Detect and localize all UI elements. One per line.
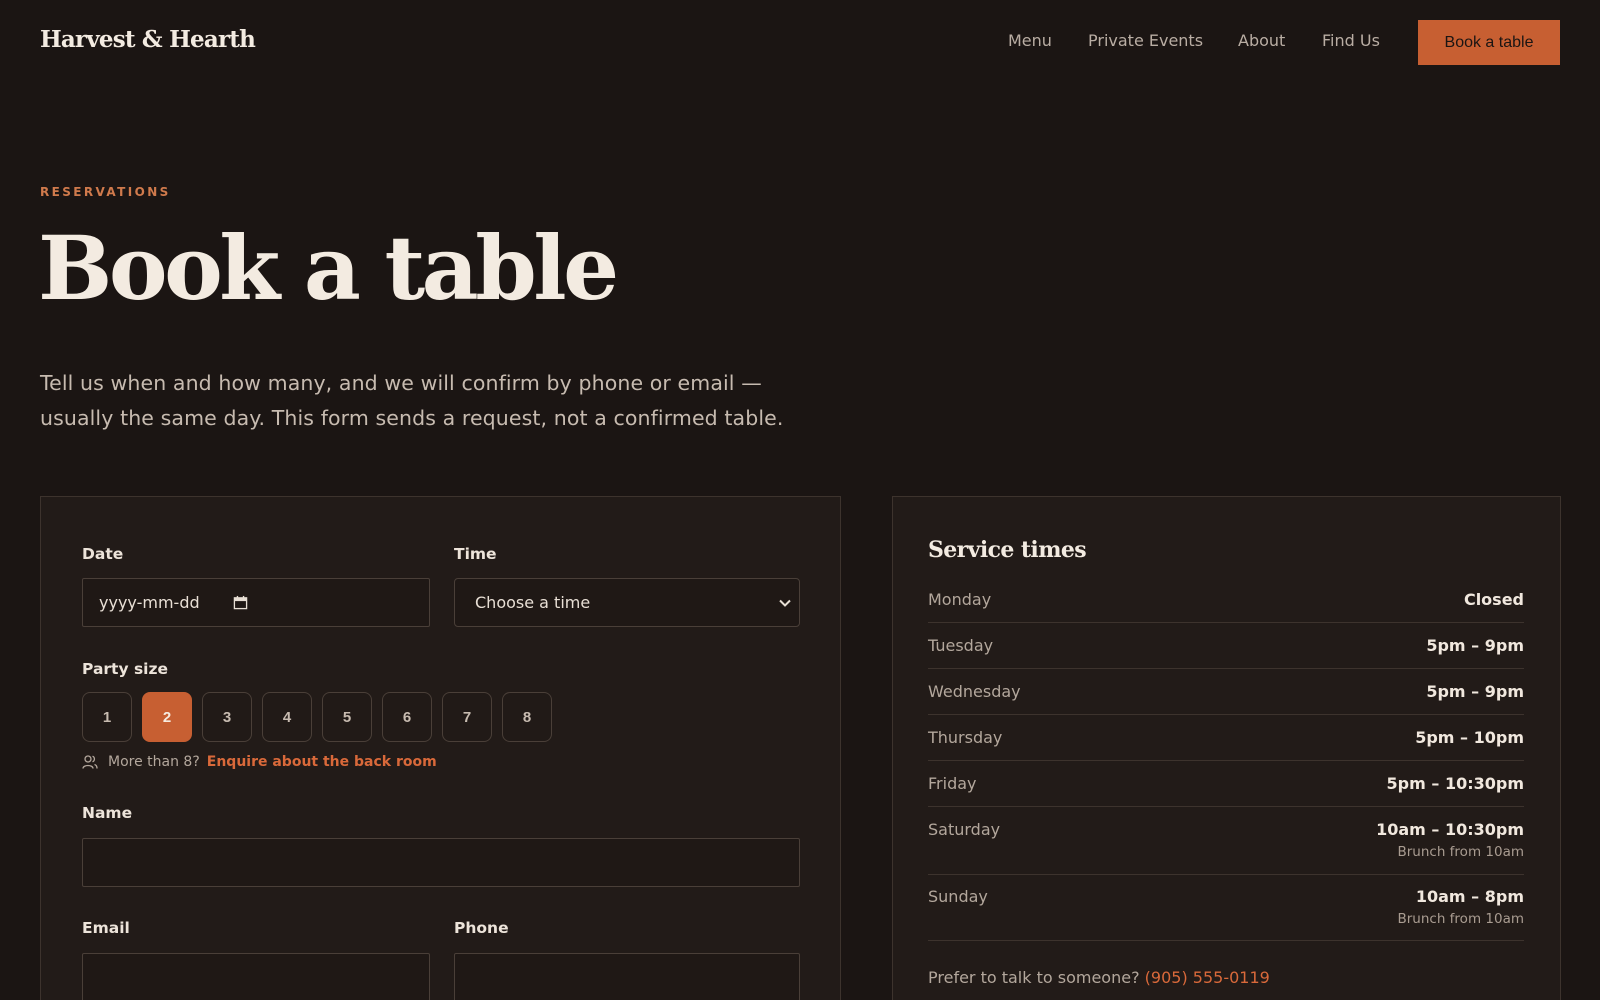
hours-note: Brunch from 10am	[1397, 911, 1524, 927]
logo[interactable]: Harvest & Hearth	[40, 26, 256, 53]
reservation-form-card	[40, 496, 841, 1000]
party-size-option-2[interactable]: 2	[142, 692, 192, 742]
intro-line: Tell us when and how many, and we will c…	[40, 371, 762, 395]
party-size-option-7[interactable]: 7	[442, 692, 492, 742]
hours-row-monday: Monday Closed	[928, 590, 1524, 623]
time-select-value: Choose a time	[475, 593, 591, 612]
phone-label: Phone	[454, 919, 509, 937]
eyebrow-label: RESERVATIONS	[40, 185, 171, 199]
time-label: Time	[454, 545, 497, 563]
hours-time: 5pm – 9pm	[1426, 636, 1524, 655]
book-table-button[interactable]: Book a table	[1418, 20, 1560, 65]
site-header: Harvest & Hearth Menu Private Events Abo…	[0, 0, 1600, 86]
phone-contact-text: Prefer to talk to someone?	[928, 968, 1140, 987]
hours-row-saturday: Saturday 10am – 10:30pm Brunch from 10am	[928, 820, 1524, 875]
hours-day: Friday	[928, 774, 977, 793]
hours-day: Saturday	[928, 820, 1001, 839]
hours-row-tuesday: Tuesday 5pm – 9pm	[928, 636, 1524, 669]
phone-link[interactable]: (905) 555-0119	[1145, 968, 1270, 987]
party-size-option-8[interactable]: 8	[502, 692, 552, 742]
hours-row-friday: Friday 5pm – 10:30pm	[928, 774, 1524, 807]
chevron-down-icon	[779, 599, 791, 607]
party-size-option-4[interactable]: 4	[262, 692, 312, 742]
hours-time: 10am – 8pm	[1415, 887, 1524, 906]
hours-row-wednesday: Wednesday 5pm – 9pm	[928, 682, 1524, 715]
time-select[interactable]: Choose a time	[454, 578, 800, 627]
calendar-icon[interactable]	[233, 595, 248, 610]
large-party-note: More than 8? Enquire about the back room	[82, 754, 437, 770]
page-title: Book a table	[38, 216, 619, 320]
nav-link-menu[interactable]: Menu	[1008, 31, 1052, 50]
nav-link-about[interactable]: About	[1238, 31, 1285, 50]
party-size-option-3[interactable]: 3	[202, 692, 252, 742]
date-input[interactable]: yyyy-mm-dd	[82, 578, 430, 627]
hours-row-thursday: Thursday 5pm – 10pm	[928, 728, 1524, 761]
hours-day: Thursday	[928, 728, 1003, 747]
email-input[interactable]	[82, 953, 430, 1000]
intro-line: usually the same day. This form sends a …	[40, 406, 784, 430]
hours-day: Tuesday	[928, 636, 994, 655]
hours-day: Monday	[928, 590, 992, 609]
party-size-label: Party size	[82, 660, 169, 678]
name-label: Name	[82, 804, 133, 822]
people-icon	[82, 755, 98, 769]
party-size-option-5[interactable]: 5	[322, 692, 372, 742]
nav-link-find-us[interactable]: Find Us	[1322, 31, 1380, 50]
date-label: Date	[82, 545, 124, 563]
party-size-option-1[interactable]: 1	[82, 692, 132, 742]
hours-time: 5pm – 10:30pm	[1386, 774, 1524, 793]
phone-contact: Prefer to talk to someone? (905) 555-011…	[928, 968, 1270, 987]
nav-link-private-events[interactable]: Private Events	[1088, 31, 1203, 50]
hours-row-sunday: Sunday 10am – 8pm Brunch from 10am	[928, 887, 1524, 941]
hours-time: 10am – 10:30pm	[1376, 820, 1524, 839]
hours-time: 5pm – 9pm	[1426, 682, 1524, 701]
hours-day: Wednesday	[928, 682, 1021, 701]
party-size-option-6[interactable]: 6	[382, 692, 432, 742]
back-room-enquiry-link[interactable]: Enquire about the back room	[207, 754, 437, 770]
hours-time: Closed	[1463, 590, 1524, 609]
large-party-text: More than 8?	[108, 754, 200, 770]
hours-day: Sunday	[928, 887, 988, 906]
hours-time: 5pm – 10pm	[1415, 728, 1524, 747]
date-placeholder: yyyy-mm-dd	[99, 593, 200, 612]
service-times-title: Service times	[928, 537, 1087, 563]
name-input[interactable]	[82, 838, 800, 887]
hours-note: Brunch from 10am	[1397, 844, 1524, 860]
email-label: Email	[82, 919, 130, 937]
phone-input[interactable]	[454, 953, 800, 1000]
intro-text: Tell us when and how many, and we will c…	[40, 366, 880, 436]
